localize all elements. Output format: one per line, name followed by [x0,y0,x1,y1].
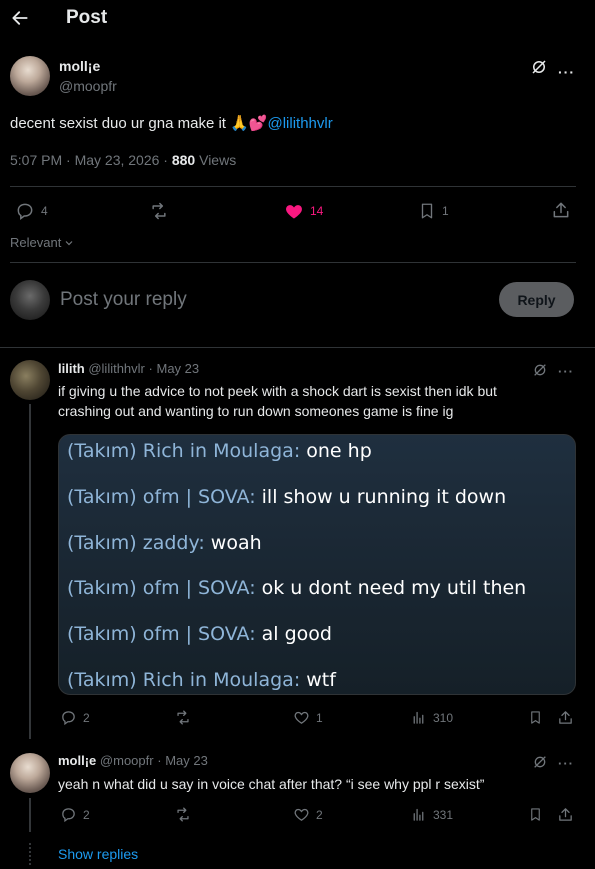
avatar[interactable] [10,753,50,793]
thread-line [29,404,31,739]
reply-button[interactable]: 2 [60,806,90,823]
more-icon[interactable]: ··· [558,64,575,80]
repost-button[interactable] [174,709,192,726]
reply-input[interactable]: Post your reply [60,289,187,311]
sort-dropdown[interactable]: Relevant [10,235,75,250]
reply-submit-button[interactable]: Reply [499,282,574,317]
reply-date[interactable]: May 23 [165,753,208,768]
share-button[interactable] [551,200,571,220]
author-handle[interactable]: @lilithhvlr [88,361,145,376]
chat-line: (Takım) Rich in Moulaga: one hp [67,440,372,462]
author-name[interactable]: moll¡e [58,753,96,768]
bookmark-count: 1 [442,204,449,218]
divider [10,186,576,187]
repost-icon [152,202,166,220]
heart-filled-icon [286,205,302,219]
reply-count: 2 [83,710,90,725]
post-timestamp[interactable]: 5:07 PM · May 23, 2026 · [10,152,172,168]
divider [10,262,576,263]
avatar[interactable] [10,360,50,400]
repost-icon [177,710,189,725]
reply-button[interactable]: 2 [60,709,90,726]
more-icon[interactable]: ··· [558,756,574,771]
reply-icon [62,711,75,726]
attached-image[interactable]: (Takım) Rich in Moulaga: one hp (Takım) … [58,434,576,695]
thread-dots [29,843,31,865]
bookmark-button[interactable] [528,709,543,726]
analytics-icon [413,711,424,724]
bookmark-icon [421,203,433,219]
bookmark-icon [531,808,540,821]
reply-text: yeah n what did u say in voice chat afte… [58,776,485,792]
like-button[interactable]: 1 [293,709,323,726]
share-icon [553,202,569,218]
grok-icon[interactable] [532,362,548,378]
reply-header: lilith @lilithhvlr · May 23 [58,361,200,376]
heart-icon [294,711,309,724]
reply-icon [17,203,33,220]
chat-line: (Takım) ofm | SOVA: ok u dont need my ut… [67,577,527,599]
chevron-down-icon [65,240,73,245]
avatar[interactable] [10,56,50,96]
reply-header: moll¡e @moopfr · May 23 [58,753,208,768]
back-arrow-icon[interactable] [10,8,30,28]
thread-line [29,798,31,832]
page-title: Post [66,7,108,28]
repost-button[interactable] [174,806,192,823]
grok-icon[interactable] [532,754,548,770]
author-handle[interactable]: @moopfr [100,753,154,768]
chat-line: (Takım) Rich in Moulaga: wtf [67,669,336,691]
chat-line: (Takım) ofm | SOVA: ill show u running i… [67,486,507,508]
like-count: 2 [316,807,323,822]
author-name[interactable]: lilith [58,361,85,376]
views-count: 331 [433,807,454,822]
more-icon[interactable]: ··· [558,364,574,379]
like-count: 1 [316,710,323,725]
reply-icon [62,808,75,823]
author-handle[interactable]: @moopfr [59,78,117,94]
show-replies-link[interactable]: Show replies [58,846,138,862]
views-count: 880 [171,152,196,168]
repost-button[interactable] [148,201,170,221]
reply-count: 2 [83,807,90,822]
views-button[interactable]: 310 [410,709,453,726]
share-icon [559,808,572,821]
reply-date[interactable]: May 23 [156,361,199,376]
sort-label: Relevant [10,235,62,250]
like-count: 14 [310,204,324,218]
author-name[interactable]: moll¡e [59,58,100,74]
mention-link[interactable]: @lilithhvlr [267,115,332,132]
views-count: 310 [433,710,454,725]
chat-line: (Takım) zaddy: woah [67,532,262,554]
my-avatar[interactable] [10,280,50,320]
views-label: Views [195,152,237,168]
grok-icon[interactable] [530,58,548,76]
post-meta: 5:07 PM · May 23, 2026 · 880 Views [10,152,236,168]
reply-button[interactable]: 4 [15,201,48,221]
post-body: decent sexist duo ur gna make it 🙏💕 [10,115,268,132]
like-button[interactable]: 14 [284,201,323,221]
analytics-icon [413,808,424,821]
bookmark-button[interactable]: 1 [418,201,449,221]
reply-text: if giving u the advice to not peek with … [58,383,497,419]
divider [0,347,595,348]
chat-line: (Takım) ofm | SOVA: al good [67,623,332,645]
share-icon [559,711,572,724]
like-button[interactable]: 2 [293,806,323,823]
heart-icon [294,808,309,821]
repost-icon [177,807,189,822]
reply-count: 4 [41,204,48,218]
post-text: decent sexist duo ur gna make it 🙏💕@lili… [10,114,333,132]
share-button[interactable] [557,806,574,823]
share-button[interactable] [557,709,574,726]
bookmark-button[interactable] [528,806,543,823]
bookmark-icon [531,711,540,724]
views-button[interactable]: 331 [410,806,453,823]
